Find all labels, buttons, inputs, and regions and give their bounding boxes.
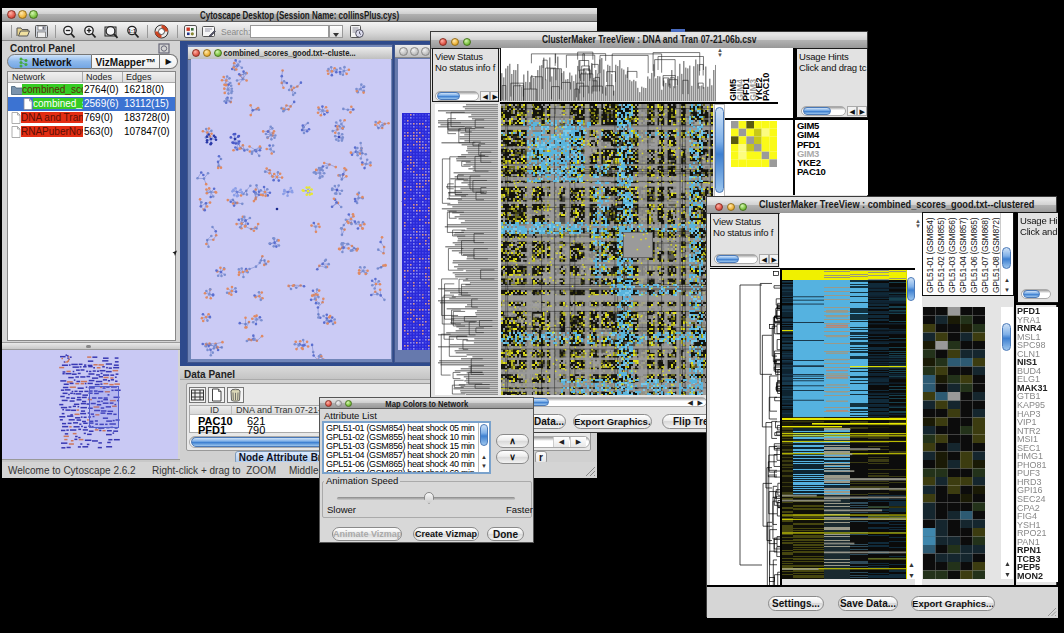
svg-text:1:1: 1:1 [128, 28, 136, 34]
